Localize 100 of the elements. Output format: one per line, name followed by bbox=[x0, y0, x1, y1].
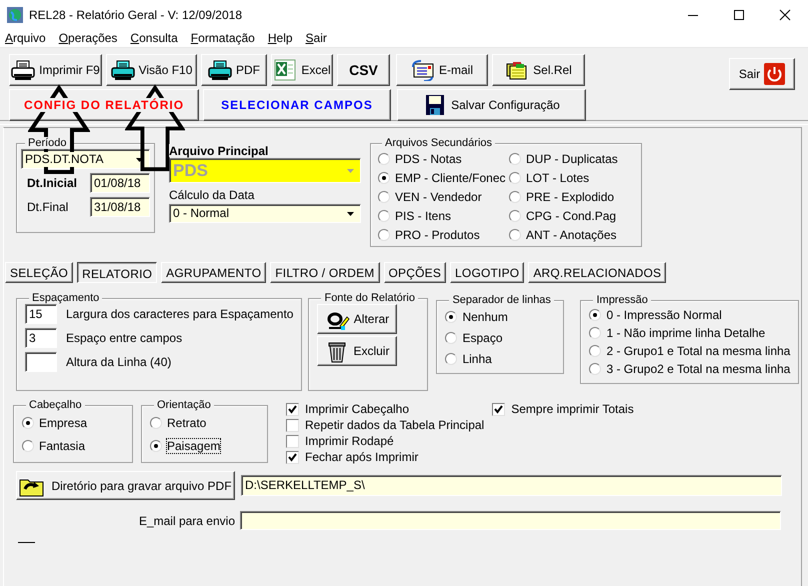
globe-icon bbox=[7, 7, 23, 23]
menu-item[interactable]: Operações bbox=[58, 30, 118, 47]
radio-label[interactable]: Linha bbox=[462, 352, 492, 366]
printer-icon bbox=[11, 59, 36, 81]
toolbar-button[interactable]: PDF bbox=[201, 54, 267, 86]
tab[interactable]: LOGOTIPO bbox=[450, 262, 524, 283]
radio-label[interactable]: VEN - Vendedor bbox=[395, 190, 482, 204]
field-label: Cálculo da Data bbox=[169, 188, 256, 201]
printer-icon bbox=[110, 59, 135, 81]
tab[interactable]: RELATORIO bbox=[77, 262, 158, 283]
toolbar-button[interactable]: E-mail bbox=[396, 54, 488, 86]
radio-button[interactable] bbox=[589, 345, 602, 357]
toolbar-button[interactable]: Sel.Rel bbox=[492, 54, 585, 86]
checkbox-label: Fechar após Imprimir bbox=[305, 450, 418, 464]
font-button[interactable]: Alterar bbox=[317, 304, 398, 334]
checkbox-label: Imprimir Rodapé bbox=[305, 434, 394, 448]
toolbar-button[interactable]: CONFIG DO RELATÓRIO bbox=[9, 89, 199, 121]
dropdown-field[interactable]: 0 - Normal bbox=[169, 204, 361, 223]
radio-label[interactable]: DUP - Duplicatas bbox=[526, 152, 618, 166]
input-field[interactable] bbox=[25, 352, 57, 372]
toolbar-button[interactable]: SELECIONAR CAMPOS bbox=[203, 89, 391, 121]
radio-label[interactable]: Retrato bbox=[167, 416, 206, 430]
checkbox[interactable] bbox=[286, 450, 299, 464]
radio-label[interactable]: Paisagem bbox=[167, 439, 220, 453]
radio-label[interactable]: Fantasia bbox=[39, 439, 86, 453]
tab[interactable]: OPÇÕES bbox=[384, 262, 446, 283]
radio-button[interactable] bbox=[589, 327, 602, 339]
checkbox-label: Repetir dados da Tabela Principal bbox=[305, 418, 484, 432]
toolbar-button[interactable]: Visão F10 bbox=[106, 54, 197, 86]
radio-button[interactable] bbox=[378, 152, 390, 164]
input-field[interactable] bbox=[240, 511, 781, 530]
date-field[interactable]: 31/08/18 bbox=[90, 197, 150, 217]
checkbox[interactable] bbox=[492, 402, 506, 416]
radio-button[interactable] bbox=[378, 210, 390, 222]
radio-button[interactable] bbox=[22, 440, 34, 452]
radio-button[interactable] bbox=[378, 228, 390, 240]
radio-button[interactable] bbox=[150, 440, 162, 452]
field-label: Dt.Final bbox=[26, 200, 70, 214]
radio-button[interactable] bbox=[22, 417, 34, 429]
checkbox[interactable] bbox=[286, 434, 299, 448]
radio-button[interactable] bbox=[150, 417, 162, 429]
menu-item[interactable]: Sair bbox=[306, 30, 327, 47]
radio-label[interactable]: EMP - Cliente/Fonec bbox=[395, 170, 506, 184]
radio-label[interactable]: Espaço bbox=[462, 330, 502, 344]
field-label: Espaço entre campos bbox=[66, 331, 182, 345]
checkbox[interactable] bbox=[286, 418, 299, 432]
radio-button[interactable] bbox=[589, 309, 602, 321]
dropdown-field[interactable]: PDS.DT.NOTA bbox=[21, 149, 150, 169]
radio-button[interactable] bbox=[509, 190, 521, 202]
radio-label[interactable]: ANT - Anotações bbox=[526, 228, 616, 242]
radio-button[interactable] bbox=[509, 228, 521, 240]
radio-button[interactable] bbox=[378, 190, 390, 202]
menu-item[interactable]: Arquivo bbox=[5, 30, 46, 47]
radio-button[interactable] bbox=[509, 172, 521, 184]
radio-label[interactable]: Nenhum bbox=[462, 310, 508, 324]
group-label: Espaçamento bbox=[29, 292, 102, 304]
radio-label[interactable]: PIS - Itens bbox=[395, 208, 452, 222]
radio-button[interactable] bbox=[378, 172, 390, 184]
date-field[interactable]: 01/08/18 bbox=[90, 173, 150, 193]
input-field[interactable]: 15 bbox=[25, 304, 57, 324]
toolbar-button[interactable]: Imprimir F9 bbox=[9, 54, 102, 86]
font-button[interactable]: Excluir bbox=[317, 336, 398, 366]
tab[interactable]: SELEÇÃO bbox=[5, 262, 74, 283]
radio-label[interactable]: 1 - Não imprime linha Detalhe bbox=[606, 326, 766, 340]
radio-label[interactable]: LOT - Lotes bbox=[526, 170, 590, 184]
radio-button[interactable] bbox=[509, 152, 521, 164]
tab[interactable]: FILTRO / ORDEM bbox=[270, 262, 380, 283]
menu-item[interactable]: Formatação bbox=[190, 30, 255, 47]
radio-button[interactable] bbox=[445, 310, 458, 322]
tab[interactable]: ARQ.RELACIONADOS bbox=[528, 262, 666, 283]
menu-item[interactable]: Help bbox=[268, 30, 293, 47]
radio-button[interactable] bbox=[445, 352, 458, 364]
maximize-icon[interactable] bbox=[733, 9, 745, 21]
envelope-icon bbox=[410, 59, 435, 81]
checkbox[interactable] bbox=[286, 402, 299, 416]
radio-label[interactable]: 0 - Impressão Normal bbox=[606, 308, 722, 322]
radio-label[interactable]: PRO - Produtos bbox=[395, 228, 480, 242]
directory-button[interactable]: Diretório para gravar arquivo PDF bbox=[16, 471, 235, 500]
exit-button[interactable]: Sair bbox=[729, 58, 795, 90]
field-label: Largura dos caracteres para Espaçamento bbox=[66, 307, 294, 321]
radio-label[interactable]: PRE - Explodido bbox=[526, 190, 614, 204]
toolbar-button[interactable]: Excel bbox=[271, 54, 333, 86]
toolbar-button[interactable]: Salvar Configuração bbox=[397, 89, 586, 121]
group-label: Período bbox=[25, 137, 70, 149]
radio-label[interactable]: PDS - Notas bbox=[395, 152, 462, 166]
input-field[interactable]: 3 bbox=[25, 328, 57, 348]
group-label: Orientação bbox=[154, 399, 214, 411]
tab[interactable]: AGRUPAMENTO bbox=[161, 262, 266, 283]
menu-item[interactable]: Consulta bbox=[130, 30, 178, 47]
radio-button[interactable] bbox=[509, 210, 521, 222]
radio-label[interactable]: 3 - Grupo2 e Total na mesma linha bbox=[606, 362, 790, 376]
radio-button[interactable] bbox=[445, 332, 458, 344]
toolbar-button[interactable]: CSV bbox=[337, 54, 390, 86]
radio-label[interactable]: 2 - Grupo1 e Total na mesma linha bbox=[606, 344, 790, 358]
radio-label[interactable]: CPG - Cond.Pag bbox=[526, 208, 616, 222]
close-icon[interactable] bbox=[779, 9, 791, 21]
field-label: Altura da Linha (40) bbox=[66, 355, 172, 369]
input-field[interactable]: D:\SERKELLTEMP_S\ bbox=[241, 475, 782, 496]
radio-label[interactable]: Empresa bbox=[39, 416, 88, 430]
radio-button[interactable] bbox=[589, 363, 602, 375]
